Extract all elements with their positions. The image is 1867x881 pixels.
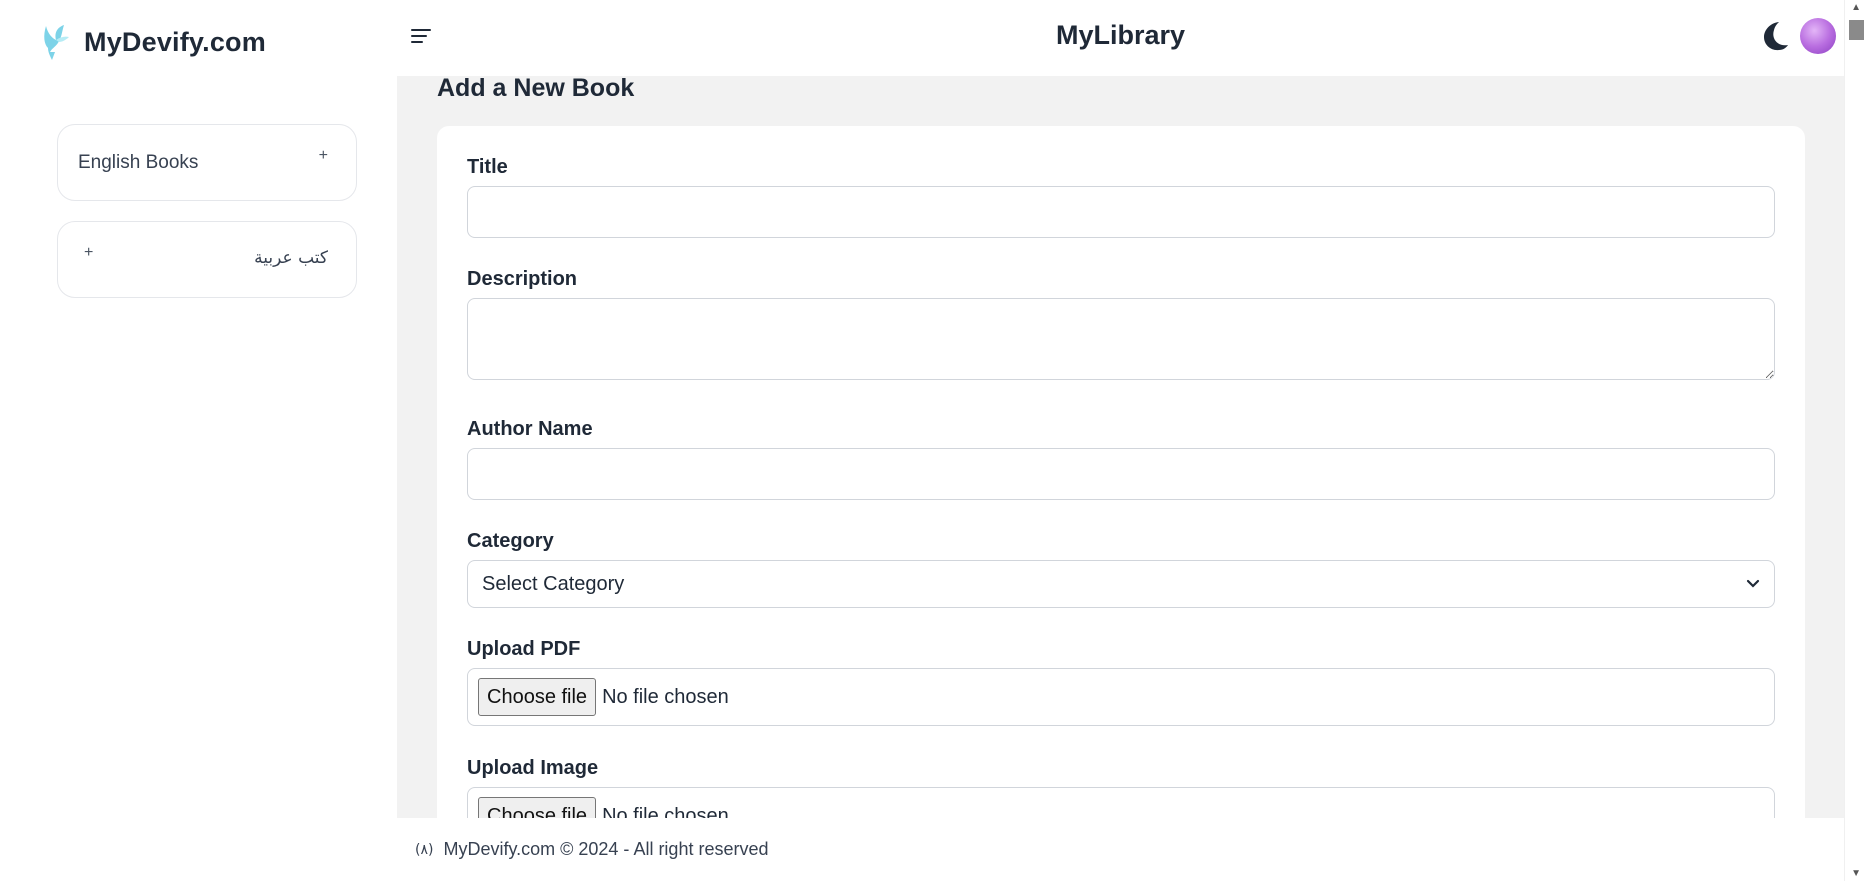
- moon-icon[interactable]: [1760, 20, 1790, 52]
- category-select[interactable]: Select Category: [467, 560, 1775, 608]
- app-title: MyLibrary: [1055, 20, 1186, 50]
- sidebar-item-arabic-books[interactable]: + كتب عربية: [57, 221, 357, 298]
- scroll-up-icon[interactable]: ▲: [1851, 2, 1861, 13]
- upload-pdf-label: Upload PDF: [467, 638, 581, 660]
- choose-pdf-button[interactable]: Choose file: [478, 678, 597, 716]
- brand-name: MyDevify.com: [84, 26, 266, 57]
- title-label: Title: [467, 156, 508, 178]
- upload-pdf-field: Choose file No file chosen: [467, 668, 1775, 726]
- title-input[interactable]: [467, 186, 1775, 238]
- footer-copyright: MyDevify.com © 2024 - All right reserved: [443, 839, 769, 859]
- upload-image-label: Upload Image: [467, 757, 599, 779]
- page-title: Add a New Book: [437, 76, 635, 102]
- page-scrollbar[interactable]: ▲ ▼: [1844, 0, 1867, 881]
- author-name-input[interactable]: [467, 448, 1775, 500]
- footer-mark: (۸): [415, 841, 434, 858]
- sidebar-item-label: English Books: [78, 152, 199, 173]
- brand[interactable]: MyDevify.com: [38, 22, 266, 62]
- avatar[interactable]: [1800, 18, 1836, 54]
- description-label: Description: [467, 268, 578, 290]
- add-book-form: Title Description Author Name Category S…: [437, 126, 1805, 818]
- description-textarea[interactable]: [467, 298, 1775, 380]
- author-label: Author Name: [467, 418, 593, 440]
- main-content: Add a New Book Title Description Author …: [397, 76, 1844, 818]
- top-header: MyLibrary: [397, 0, 1844, 76]
- bird-logo-icon: [44, 25, 69, 60]
- footer: (۸) MyDevify.com © 2024 - All right rese…: [397, 818, 1844, 881]
- chevron-down-icon: [1746, 579, 1760, 588]
- category-label: Category: [467, 530, 554, 552]
- choose-image-button[interactable]: Choose file: [478, 797, 597, 818]
- category-selected-value: Select Category: [482, 572, 625, 595]
- plus-icon[interactable]: +: [84, 244, 93, 262]
- plus-icon[interactable]: +: [319, 147, 328, 165]
- sidebar: MyDevify.com English Books + + كتب عربية: [0, 0, 397, 820]
- sidebar-item-label: كتب عربية: [254, 248, 328, 268]
- scroll-down-icon[interactable]: ▼: [1851, 868, 1861, 879]
- sidebar-item-english-books[interactable]: English Books +: [57, 124, 357, 201]
- pdf-file-status: No file chosen: [602, 685, 729, 708]
- upload-image-field: Choose file No file chosen: [467, 787, 1775, 818]
- scroll-thumb[interactable]: [1849, 20, 1864, 40]
- image-file-status: No file chosen: [602, 804, 729, 819]
